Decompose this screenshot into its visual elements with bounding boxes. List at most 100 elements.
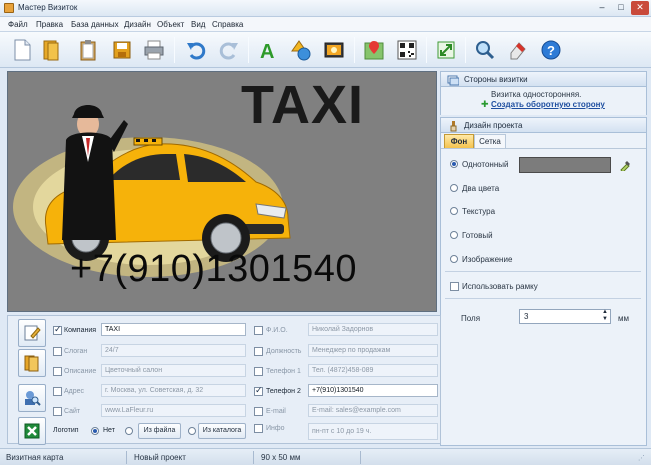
phone2-checkbox[interactable] [254, 385, 263, 396]
description-label: Описание [64, 368, 97, 375]
spinner-up-icon[interactable]: ▲ [602, 309, 608, 315]
toolbar-separator [248, 37, 249, 63]
email-field[interactable]: E-mail: sales@example.com [308, 404, 438, 417]
new-document-icon[interactable] [8, 36, 36, 64]
card-phone[interactable]: +7(910)1301540 [70, 248, 357, 291]
company-field[interactable]: TAXI [101, 323, 246, 336]
position-label: Должность [266, 348, 302, 355]
card-title[interactable]: TAXI [241, 74, 364, 136]
email-checkbox[interactable] [254, 407, 263, 416]
tab-background[interactable]: Фон [444, 134, 474, 148]
site-field[interactable]: www.LaFleur.ru [101, 404, 246, 417]
create-back-side-link[interactable]: Создать оборотную сторону [491, 100, 605, 109]
address-field[interactable]: г. Москва, ул. Советская, д. 32 [101, 384, 246, 397]
brush-icon [450, 121, 457, 132]
color-swatch[interactable] [519, 157, 611, 173]
app-icon [4, 3, 14, 13]
company-checkbox[interactable] [53, 324, 62, 335]
edit-card-icon[interactable] [18, 319, 46, 347]
logo-label: Логотип [53, 427, 79, 434]
panel-divider [445, 298, 641, 299]
eraser-icon[interactable] [504, 36, 532, 64]
help-icon[interactable]: ? [537, 36, 565, 64]
menu-view[interactable]: Вид [191, 20, 205, 29]
radio-solid[interactable] [450, 160, 458, 168]
open-folder-icon[interactable] [38, 36, 66, 64]
card-canvas[interactable]: TAXI +7(910)1301540 [7, 71, 437, 312]
logo-from-catalog-button[interactable]: Из каталога [198, 423, 246, 439]
redo-icon[interactable] [215, 36, 243, 64]
resize-grip-icon[interactable]: ⋰ [638, 454, 645, 462]
info-checkbox[interactable] [254, 424, 263, 433]
menu-bar: Файл Правка База данных Дизайн Объект Ви… [0, 17, 651, 32]
slogan-field[interactable]: 24/7 [101, 344, 246, 357]
print-icon[interactable] [140, 36, 168, 64]
info-label: Инфо [266, 425, 285, 432]
tab-background-label: Фон [450, 137, 468, 146]
tab-grid[interactable]: Сетка [474, 134, 506, 148]
logo-catalog-radio[interactable] [188, 427, 196, 435]
clipboard-icon[interactable] [74, 36, 102, 64]
text-icon[interactable]: A [254, 36, 282, 64]
spinner-down-icon[interactable]: ▼ [602, 316, 608, 322]
logo-from-file-button[interactable]: Из файла [138, 423, 181, 439]
resize-icon[interactable] [432, 36, 460, 64]
svg-text:?: ? [547, 43, 555, 58]
qr-code-icon[interactable] [393, 36, 421, 64]
card-fields-form: Компания TAXI Слоган 24/7 Описание Цвето… [7, 315, 441, 445]
company-label: Компания [64, 327, 97, 334]
radio-two-colors[interactable] [450, 184, 458, 192]
excel-icon[interactable] [18, 417, 46, 445]
sides-panel-header[interactable]: Стороны визитки [440, 71, 647, 87]
shapes-icon[interactable] [287, 36, 315, 64]
radio-image-label: Изображение [462, 255, 513, 264]
status-bar: Визитная карта Новый проект 90 x 50 мм ⋰ [0, 448, 651, 465]
phone1-field[interactable]: Тел. (4872)458-089 [308, 364, 438, 377]
zoom-icon[interactable] [471, 36, 499, 64]
menu-database[interactable]: База данных [71, 20, 119, 29]
design-panel-header[interactable]: Дизайн проекта [440, 117, 647, 133]
radio-texture[interactable] [450, 207, 458, 215]
tab-grid-label: Сетка [479, 137, 501, 146]
image-icon[interactable] [320, 36, 348, 64]
margins-value: 3 [524, 312, 529, 321]
radio-image[interactable] [450, 255, 458, 263]
name-checkbox[interactable] [254, 326, 263, 335]
save-icon[interactable] [108, 36, 136, 64]
description-checkbox[interactable] [53, 367, 62, 376]
address-checkbox[interactable] [53, 387, 62, 396]
tab-divider [441, 148, 646, 149]
status-separator [360, 451, 361, 464]
phone2-field[interactable]: +7(910)1301540 [308, 384, 438, 397]
info-field[interactable]: пн-пт с 10 до 19 ч. [308, 423, 438, 440]
map-icon[interactable] [360, 36, 388, 64]
site-label: Сайт [64, 408, 81, 415]
margins-spinner[interactable]: 3 ▲ ▼ [519, 309, 611, 324]
description-field[interactable]: Цветочный салон [101, 364, 246, 377]
maximize-button[interactable]: □ [612, 1, 630, 15]
menu-edit[interactable]: Правка [36, 20, 63, 29]
name-field[interactable]: Николай Задорнов [308, 323, 438, 336]
position-field[interactable]: Менеджер по продажам [308, 344, 438, 357]
minimize-button[interactable]: – [593, 1, 611, 15]
close-button[interactable]: ✕ [631, 1, 649, 15]
logo-file-radio[interactable] [125, 427, 133, 435]
toolbar-separator [354, 37, 355, 63]
svg-text:A: A [260, 41, 274, 61]
eyedropper-icon[interactable] [619, 159, 631, 171]
logo-none-radio[interactable] [91, 427, 99, 435]
phone1-checkbox[interactable] [254, 367, 263, 376]
menu-design[interactable]: Дизайн [124, 20, 151, 29]
radio-ready[interactable] [450, 231, 458, 239]
status-separator [126, 451, 127, 464]
use-frame-checkbox[interactable] [450, 282, 459, 291]
contacts-search-icon[interactable] [18, 384, 46, 412]
templates-icon[interactable] [18, 349, 46, 377]
site-checkbox[interactable] [53, 407, 62, 416]
menu-help[interactable]: Справка [212, 20, 243, 29]
slogan-checkbox[interactable] [53, 347, 62, 356]
menu-object[interactable]: Объект [157, 20, 184, 29]
menu-file[interactable]: Файл [8, 20, 28, 29]
undo-icon[interactable] [182, 36, 210, 64]
position-checkbox[interactable] [254, 347, 263, 356]
